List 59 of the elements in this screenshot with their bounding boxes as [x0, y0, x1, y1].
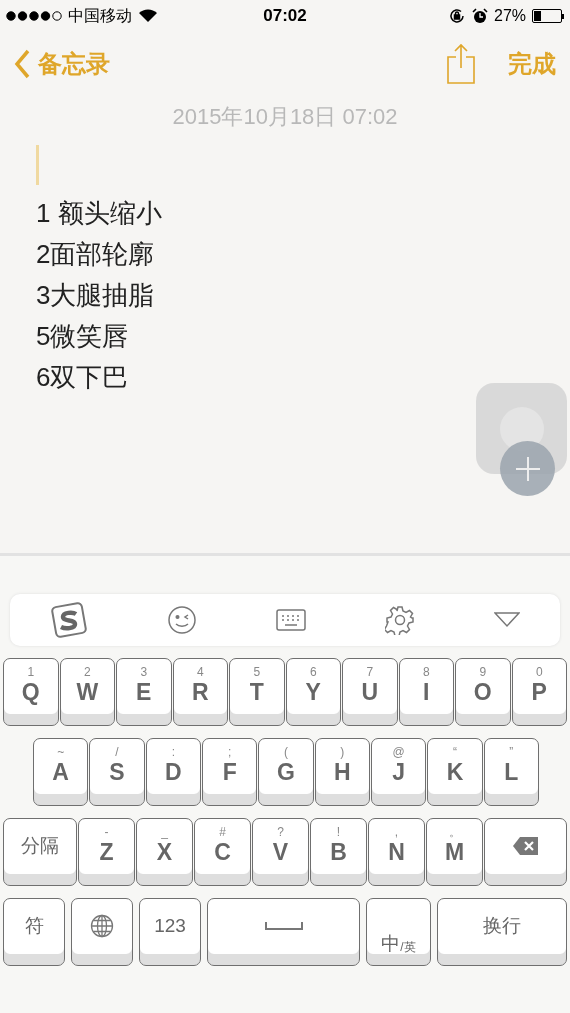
- note-line: 2面部轮廓: [36, 238, 156, 271]
- letter-key[interactable]: “ K: [427, 738, 483, 806]
- space-key[interactable]: [207, 898, 360, 966]
- globe-key[interactable]: [71, 898, 133, 966]
- note-line: 5微笑唇: [36, 320, 130, 353]
- globe-icon: [90, 914, 114, 938]
- letter-key[interactable]: ( G: [258, 738, 314, 806]
- letter-key[interactable]: ” L: [483, 738, 539, 806]
- letter-key[interactable]: 2 W: [59, 658, 115, 726]
- emoji-icon[interactable]: [166, 605, 197, 635]
- letter-key[interactable]: @ J: [371, 738, 427, 806]
- letter-key[interactable]: ! B: [310, 818, 367, 886]
- battery-icon: [532, 9, 564, 23]
- key[interactable]: 分隔: [3, 818, 77, 886]
- rotation-lock-icon: [448, 7, 466, 25]
- plus-icon: [514, 455, 541, 482]
- letter-key[interactable]: 4 R: [172, 658, 228, 726]
- letter-key[interactable]: 0 P: [511, 658, 567, 726]
- letter-key[interactable]: , N: [368, 818, 425, 886]
- letter-key[interactable]: 3 E: [116, 658, 172, 726]
- letter-key[interactable]: 6 Y: [285, 658, 341, 726]
- backspace-icon: [511, 836, 540, 856]
- letter-key[interactable]: - Z: [78, 818, 135, 886]
- signal-icon: [6, 11, 62, 21]
- alarm-icon: [472, 8, 488, 24]
- letter-key[interactable]: ; F: [202, 738, 258, 806]
- key[interactable]: 符: [3, 898, 65, 966]
- letter-key[interactable]: 8 I: [398, 658, 454, 726]
- key[interactable]: 换行: [437, 898, 567, 966]
- letter-key[interactable]: # C: [194, 818, 251, 886]
- clock-time: 07:02: [263, 5, 307, 28]
- note-line: 6双下巴: [36, 361, 130, 394]
- wifi-icon: [138, 9, 158, 23]
- letter-key[interactable]: / S: [89, 738, 145, 806]
- letter-key[interactable]: 1 Q: [3, 658, 59, 726]
- letter-key[interactable]: ) H: [314, 738, 370, 806]
- note-line: 1 额头缩小: [36, 197, 163, 230]
- collapse-triangle-icon[interactable]: [494, 612, 521, 628]
- note-date: 2015年10月18日 07:02: [171, 103, 399, 131]
- letter-key[interactable]: : D: [145, 738, 201, 806]
- letter-key[interactable]: 。 M: [426, 818, 483, 886]
- keyboard-icon[interactable]: [275, 609, 306, 631]
- letter-key[interactable]: _ X: [136, 818, 193, 886]
- letter-key[interactable]: ? V: [252, 818, 309, 886]
- back-chevron-icon: [14, 49, 30, 79]
- letter-key[interactable]: ~ A: [33, 738, 89, 806]
- key[interactable]: 123: [139, 898, 201, 966]
- letter-key[interactable]: 7 U: [342, 658, 398, 726]
- space-icon: [264, 922, 303, 930]
- settings-icon[interactable]: [385, 605, 416, 635]
- text-cursor: [36, 145, 39, 185]
- letter-key[interactable]: 9 O: [455, 658, 511, 726]
- delete-key[interactable]: [484, 818, 567, 886]
- language-key[interactable]: 中/英: [366, 898, 431, 966]
- input-method-logo-icon[interactable]: [49, 602, 88, 638]
- battery-percent: 27%: [494, 6, 526, 26]
- note-line: 3大腿抽脂: [36, 279, 156, 312]
- carrier-name: 中国移动: [68, 6, 132, 26]
- letter-key[interactable]: 5 T: [229, 658, 285, 726]
